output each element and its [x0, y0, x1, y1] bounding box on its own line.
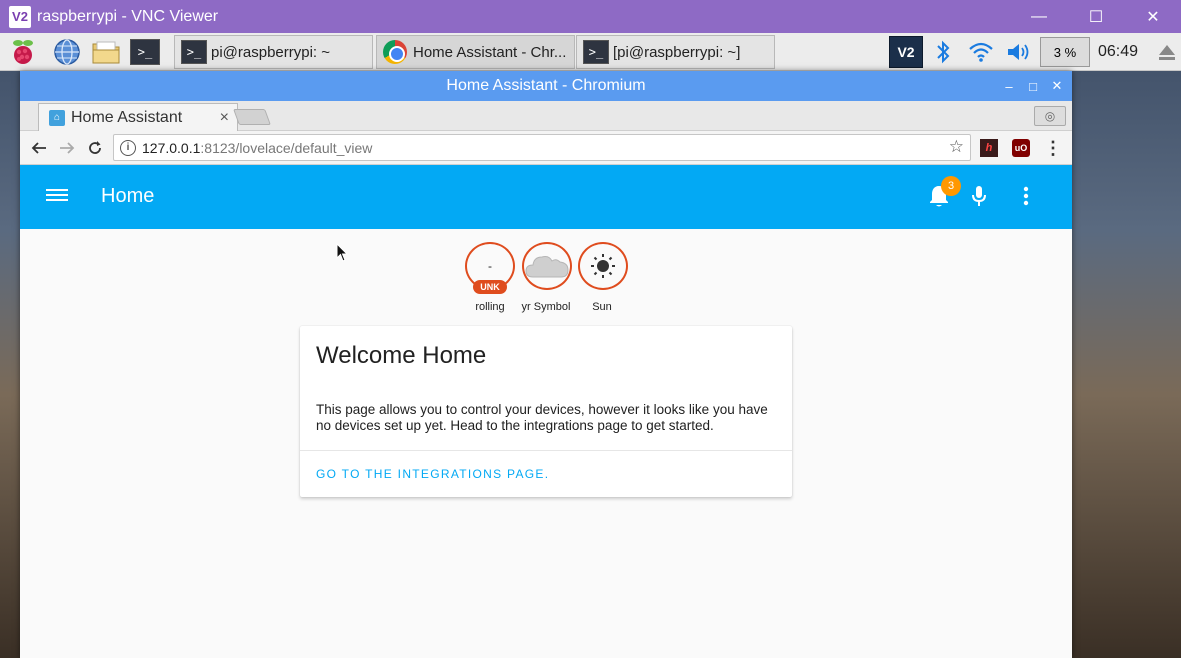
task-terminal-1[interactable]: >_ pi@raspberrypi: ~	[174, 35, 373, 69]
tab-strip: ⌂ Home Assistant × ◎	[20, 101, 1072, 131]
vnc-logo-icon: V2	[9, 5, 31, 28]
go-to-integrations-button[interactable]: GO TO THE INTEGRATIONS PAGE.	[316, 467, 549, 481]
sun-icon	[591, 254, 615, 278]
chromium-close-button[interactable]: ✕	[1046, 75, 1068, 97]
task-chromium[interactable]: Home Assistant - Chr...	[376, 35, 575, 69]
bookmark-star-icon[interactable]: ☆	[949, 137, 964, 157]
vnc-close-button[interactable]: ✕	[1124, 0, 1181, 33]
tab-title: Home Assistant	[71, 108, 183, 126]
chrome-menu-icon[interactable]: ⋮	[1044, 138, 1062, 158]
home-assistant-favicon-icon: ⌂	[49, 109, 65, 126]
browser-toolbar: i 127.0.0.1:8123/lovelace/default_view ☆…	[20, 131, 1072, 165]
task-label: [pi@raspberrypi: ~]	[613, 43, 741, 61]
extension-h-icon[interactable]: h	[980, 139, 998, 157]
welcome-card: Welcome Home This page allows you to con…	[300, 326, 792, 497]
web-browser-icon[interactable]	[52, 37, 82, 67]
ha-app-header: Home 3	[20, 165, 1072, 229]
status-badge: UNK	[473, 280, 507, 294]
url-path: :8123/lovelace/default_view	[200, 139, 373, 156]
microphone-icon[interactable]	[966, 183, 992, 209]
vnc-window-title: raspberrypi - VNC Viewer	[37, 7, 219, 25]
hamburger-menu-icon[interactable]	[46, 186, 68, 208]
cloud-icon	[525, 256, 569, 278]
url-host: 127.0.0.1	[142, 139, 201, 156]
task-terminal-2[interactable]: >_ [pi@raspberrypi: ~]	[576, 35, 775, 69]
ublock-origin-icon[interactable]: uO	[1012, 139, 1030, 157]
raspberry-menu-icon[interactable]	[8, 37, 38, 67]
profile-icon[interactable]: ◎	[1034, 106, 1066, 126]
eject-icon[interactable]	[1154, 33, 1180, 71]
vnc-title-bar: V2 raspberrypi - VNC Viewer — ☐ ✕	[0, 0, 1181, 33]
reload-button[interactable]	[84, 137, 106, 159]
overflow-menu-icon[interactable]	[1013, 183, 1039, 209]
info-icon[interactable]: i	[120, 139, 136, 156]
notification-count-badge: 3	[941, 176, 961, 196]
bluetooth-icon[interactable]	[930, 33, 956, 71]
card-divider	[300, 450, 792, 451]
badge-yr-symbol[interactable]	[522, 242, 572, 290]
ha-lovelace-view: - UNK rolling yr Symbol Sun Welcome Home…	[20, 229, 1072, 658]
chromium-title-bar: Home Assistant - Chromium – □ ✕	[20, 71, 1072, 101]
volume-icon[interactable]	[1004, 33, 1034, 71]
clock[interactable]: 06:49	[1098, 43, 1138, 61]
raspberry-pi-taskbar: >_ >_ pi@raspberrypi: ~ Home Assistant -…	[0, 33, 1181, 71]
terminal-icon[interactable]: >_	[130, 37, 160, 67]
back-button[interactable]	[28, 137, 50, 159]
chromium-minimize-button[interactable]: –	[998, 75, 1020, 97]
badge-sun[interactable]	[578, 242, 628, 290]
tab-home-assistant[interactable]: ⌂ Home Assistant ×	[38, 103, 238, 131]
address-bar[interactable]: i 127.0.0.1:8123/lovelace/default_view ☆	[113, 134, 971, 161]
terminal-icon: >_	[583, 40, 609, 64]
new-tab-button[interactable]	[233, 109, 271, 125]
task-label: pi@raspberrypi: ~	[211, 43, 331, 61]
task-label: Home Assistant - Chr...	[413, 43, 567, 61]
cpu-usage-monitor[interactable]: 3 %	[1040, 37, 1090, 67]
chromium-window: Home Assistant - Chromium – □ ✕ ⌂ Home A…	[20, 71, 1072, 658]
chromium-maximize-button[interactable]: □	[1022, 75, 1044, 97]
page-title: Home	[101, 185, 155, 207]
forward-button[interactable]	[56, 137, 78, 159]
card-title: Welcome Home	[316, 342, 487, 369]
tab-close-button[interactable]: ×	[220, 109, 229, 127]
chromium-icon	[383, 40, 407, 64]
chromium-window-title: Home Assistant - Chromium	[446, 77, 646, 94]
badge-value: -	[488, 259, 492, 273]
wifi-icon[interactable]	[966, 33, 996, 71]
badge-label: Sun	[592, 301, 612, 313]
mouse-cursor-icon	[336, 242, 349, 268]
terminal-icon: >_	[181, 40, 207, 64]
vnc-server-icon[interactable]: V2	[888, 33, 924, 71]
file-manager-icon[interactable]	[91, 37, 121, 67]
vnc-maximize-button[interactable]: ☐	[1067, 0, 1125, 33]
vnc-minimize-button[interactable]: —	[1010, 0, 1068, 33]
card-text: This page allows you to control your dev…	[316, 402, 768, 433]
